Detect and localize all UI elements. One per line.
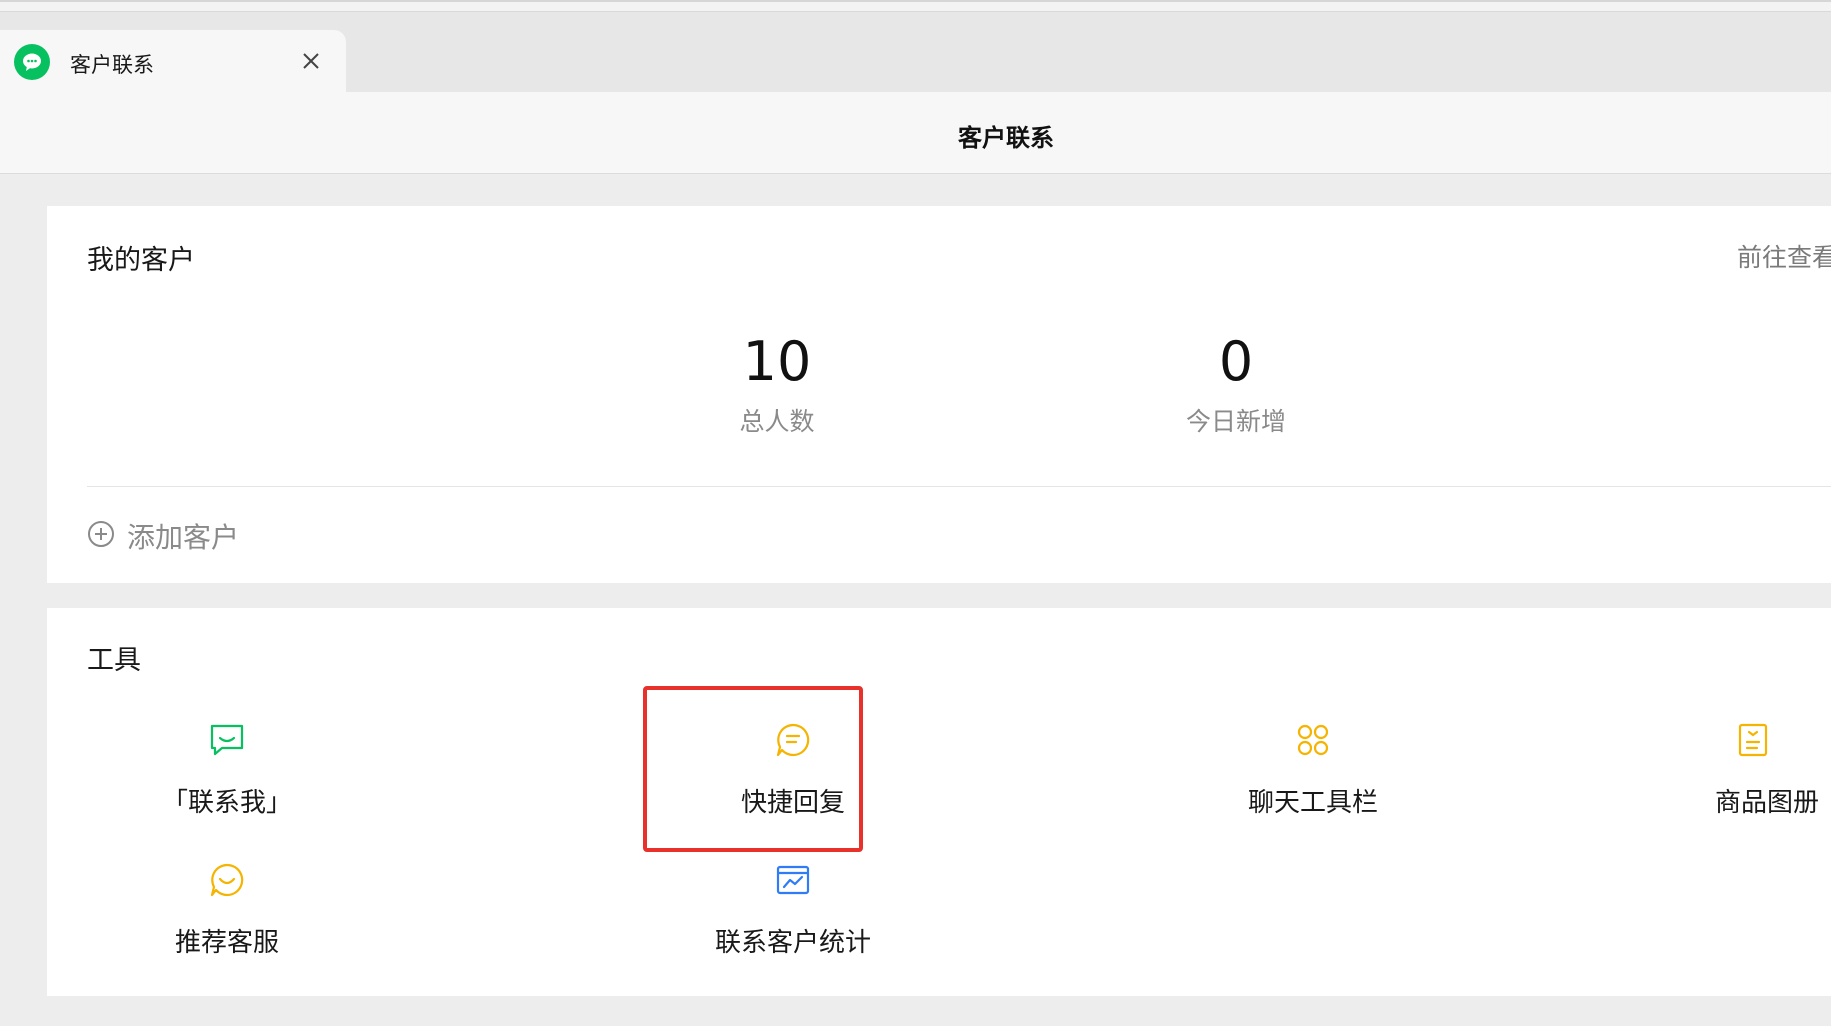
plus-circle-icon [87, 520, 115, 552]
tool-contact-me[interactable]: 「联系我」 [112, 720, 342, 830]
tool-product-album-label: 商品图册 [1715, 788, 1820, 818]
tool-recommend-service[interactable]: 推荐客服 [112, 860, 342, 970]
wechat-bubble-icon [14, 44, 50, 80]
tab-customer-contact[interactable]: 客户联系 [0, 30, 346, 94]
add-customer-label: 添加客户 [127, 521, 240, 554]
tools-title: 工具 [87, 645, 141, 676]
tool-contact-me-label: 「联系我」 [161, 788, 292, 818]
stat-today-value: 0 [1218, 330, 1254, 393]
stat-today-label: 今日新增 [1185, 407, 1286, 436]
stat-total-value: 10 [742, 330, 812, 393]
go-view-link[interactable]: 前往查看 [1737, 238, 1831, 274]
divider [87, 486, 1831, 487]
close-icon[interactable] [296, 46, 326, 76]
window-top-bar [0, 2, 1831, 12]
stat-total-label: 总人数 [739, 407, 815, 436]
chart-card-icon [773, 860, 813, 900]
tool-quick-reply-label: 快捷回复 [740, 788, 845, 818]
tool-quick-reply[interactable]: 快捷回复 [678, 720, 908, 830]
tools-card: 工具 「联系我」 快捷回复 聊天工具栏 商品图册 推荐客服 联系客户统计 [47, 608, 1831, 996]
tool-recommend-service-label: 推荐客服 [174, 928, 279, 958]
my-customers-title: 我的客户 [87, 245, 195, 276]
stat-total[interactable]: 10 总人数 [677, 332, 877, 438]
tool-customer-stats-label: 联系客户统计 [714, 928, 871, 958]
album-icon [1733, 720, 1773, 760]
add-customer-button[interactable]: 添加客户 [87, 516, 239, 556]
tool-chat-toolbar-label: 聊天工具栏 [1247, 788, 1378, 818]
page-header: 客户联系 [0, 92, 1831, 174]
smile-bubble-icon [207, 860, 247, 900]
stat-today-new[interactable]: 0 今日新增 [1136, 332, 1336, 438]
page-title: 客户联系 [958, 124, 1054, 152]
tab-strip: 客户联系 [0, 0, 1831, 94]
tool-customer-stats[interactable]: 联系客户统计 [678, 860, 908, 970]
my-customers-card: 我的客户 前往查看 10 总人数 0 今日新增 添加客户 [47, 206, 1831, 583]
chat-lines-icon [773, 720, 813, 760]
tab-title: 客户联系 [70, 53, 154, 77]
chat-smile-icon [207, 720, 247, 760]
tool-product-album[interactable]: 商品图册 [1715, 720, 1831, 830]
tool-chat-toolbar[interactable]: 聊天工具栏 [1198, 720, 1428, 830]
grid-clover-icon [1293, 720, 1333, 760]
